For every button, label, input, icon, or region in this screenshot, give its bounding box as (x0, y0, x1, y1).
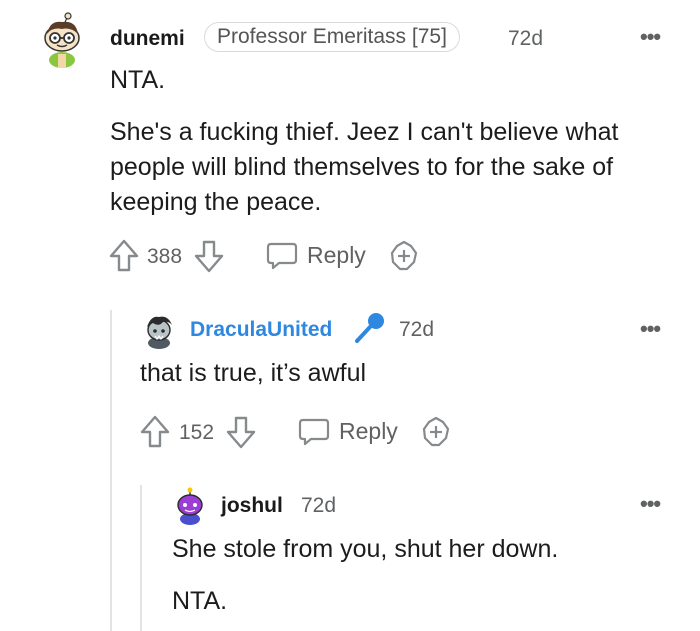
more-options-button[interactable]: ••• (640, 24, 661, 50)
upvote-button[interactable] (139, 414, 171, 450)
reply-button[interactable]: Reply (265, 240, 370, 272)
comment-paragraph: She stole from you, shut her down. (172, 535, 559, 563)
upvote-button[interactable] (108, 238, 140, 274)
chat-bubble-icon (298, 418, 330, 446)
downvote-icon (194, 240, 224, 273)
upvote-icon (140, 415, 170, 448)
vote-count: 388 (147, 245, 183, 268)
reply-button[interactable]: Reply (297, 416, 402, 448)
user-flair: Professor Emeritass [75] (204, 22, 460, 52)
comment-paragraph: NTA. (172, 587, 228, 615)
comment-paragraph: that is true, it’s awful (140, 359, 367, 387)
timestamp[interactable]: 72d (301, 494, 336, 518)
username[interactable]: DraculaUnited (190, 318, 332, 342)
timestamp[interactable]: 72d (508, 27, 543, 51)
more-options-button[interactable]: ••• (640, 316, 661, 342)
thread-line-1[interactable] (110, 310, 112, 631)
downvote-button[interactable] (193, 238, 225, 274)
username[interactable]: dunemi (110, 27, 185, 51)
award-icon (422, 416, 450, 447)
avatar[interactable] (141, 313, 177, 349)
reply-label: Reply (339, 418, 398, 444)
comment-paragraph: She's a fucking thief. Jeez I can't beli… (110, 118, 619, 216)
microphone-icon (352, 310, 388, 346)
more-options-button[interactable]: ••• (640, 491, 661, 517)
reply-label: Reply (307, 242, 366, 268)
downvote-icon (226, 416, 256, 449)
avatar[interactable] (173, 487, 207, 525)
thread-line-2[interactable] (140, 485, 142, 631)
chat-bubble-icon (266, 242, 298, 270)
award-icon (390, 240, 418, 271)
vote-count: 152 (179, 421, 215, 444)
timestamp[interactable]: 72d (399, 318, 434, 342)
award-button[interactable] (388, 240, 420, 272)
downvote-button[interactable] (225, 414, 257, 450)
upvote-icon (109, 239, 139, 272)
username[interactable]: joshul (221, 494, 283, 518)
award-button[interactable] (420, 416, 452, 448)
avatar[interactable] (38, 12, 86, 68)
comment-paragraph: NTA. (110, 66, 166, 94)
